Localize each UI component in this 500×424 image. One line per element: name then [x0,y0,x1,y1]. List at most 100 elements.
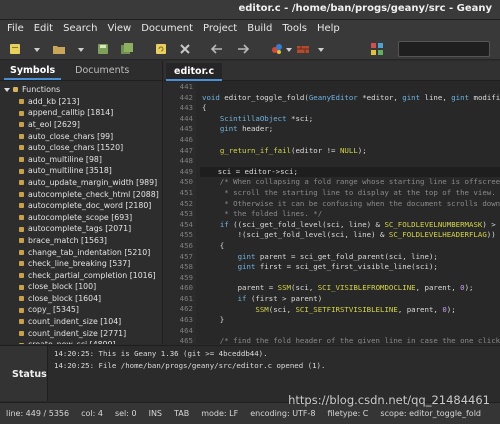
function-icon [19,122,24,128]
open-file-dropdown-icon[interactable] [78,48,84,52]
tab-status[interactable]: Status [12,369,47,380]
revert-icon[interactable] [154,42,168,56]
symbol-tree: Functions add_kb [213] append_calltip [18… [0,81,162,344]
function-icon [19,307,24,313]
tab-documents[interactable]: Documents [65,65,139,80]
line-number: 457 [179,251,193,261]
build-dropdown-icon[interactable] [318,48,324,52]
back-icon[interactable] [210,42,224,56]
line-number: 452 [179,198,193,208]
symbol-label: add_kb [213] [28,96,80,106]
code-line: if (first > parent) [237,294,323,303]
code-line: * scroll the starting line to display at… [202,188,496,197]
build-icon[interactable] [296,42,310,56]
line-number-gutter: 441 442 443 444 445 446 447 448 449 450 451 452 453 4… [164,82,196,344]
symbol-item[interactable]: auto_multiline [3518] [0,165,162,177]
symbol-item[interactable]: close_block [100] [0,281,162,293]
tree-group-functions[interactable]: Functions [0,84,162,96]
symbol-item[interactable]: count_indent_size [104] [0,316,162,328]
function-icon [19,157,24,163]
menu-view[interactable]: View [102,20,136,38]
symbol-item[interactable]: at_eol [2629] [0,119,162,131]
menu-edit[interactable]: Edit [29,20,58,38]
menu-project[interactable]: Project [198,20,242,38]
status-filetype: filetype: C [327,409,369,418]
open-file-icon[interactable] [52,42,66,56]
menu-tools[interactable]: Tools [277,20,312,38]
symbol-item[interactable]: auto_multiline [98] [0,154,162,166]
menu-build[interactable]: Build [242,20,277,38]
title-bar: editor.c - /home/ban/progs/geany/src - G… [0,0,500,20]
symbol-item[interactable]: close_block [1604] [0,293,162,305]
new-file-icon[interactable] [8,42,22,56]
code-line: sci = editor->sci; [200,166,500,178]
symbol-item[interactable]: auto_close_chars [99] [0,131,162,143]
symbol-label: check_line_breaking [537] [28,259,131,269]
function-icon [19,203,24,209]
code-line: if ((sci_get_fold_level(sci, line) & SC_… [219,219,500,229]
menu-search[interactable]: Search [58,20,102,38]
line-number: 448 [179,156,193,166]
symbol-item[interactable]: autocomplete_doc_word [2180] [0,200,162,212]
symbol-item[interactable]: count_indent_size [2771] [0,328,162,340]
menu-file[interactable]: File [2,20,29,38]
function-icon [19,261,24,267]
symbol-label: auto_multiline [98] [28,154,102,164]
status-message: 14:20:25: File /home/ban/progs/geany/src… [54,361,326,370]
symbol-item[interactable]: append_calltip [1814] [0,107,162,119]
search-input[interactable] [398,41,490,57]
save-all-icon[interactable] [120,42,134,56]
new-file-dropdown-icon[interactable] [34,48,40,52]
symbol-label: at_eol [2629] [28,119,80,129]
code-line: g_return_if_fail(editor != NULL); [219,145,367,155]
symbol-item[interactable]: copy_ [5345] [0,304,162,316]
code-line: * the folded lines. */ [202,209,323,219]
line-number: 463 [179,315,193,325]
status-scope: scope: editor_toggle_fold [380,409,481,418]
symbol-label: autocomplete_tags [2071] [28,224,132,234]
watermark: https://blog.csdn.net/qq_21484461 [288,393,490,407]
compile-icon[interactable] [270,42,284,56]
symbol-item[interactable]: check_line_breaking [537] [0,258,162,270]
symbol-item[interactable]: add_kb [213] [0,96,162,108]
code-line: /* When collapsing a fold range whose st… [202,177,500,187]
symbol-item[interactable]: brace_match [1563] [0,235,162,247]
line-number: 456 [179,240,193,250]
symbol-item[interactable]: autocomplete_check_html [2088] [0,189,162,201]
preferences-icon[interactable] [370,42,384,56]
symbol-item[interactable]: change_tab_indentation [5210] [0,247,162,259]
compile-dropdown-icon[interactable] [286,48,292,52]
tab-editor-c[interactable]: editor.c [166,63,223,81]
status-col: col: 4 [81,409,103,418]
function-icon [19,215,24,221]
symbol-item[interactable]: autocomplete_scope [693] [0,212,162,224]
code-line: gint parent = sci_get_fold_parent(sci, l… [237,251,438,261]
function-group-icon [13,87,18,93]
symbol-label: auto_close_chars [1520] [28,143,124,153]
menu-help[interactable]: Help [312,20,345,38]
symbol-label: auto_update_margin_width [989] [28,177,158,187]
close-icon[interactable] [178,42,192,56]
symbol-label: check_partial_completion [1016] [28,270,156,280]
toolbar [0,38,500,60]
symbol-item[interactable]: autocomplete_tags [2071] [0,223,162,235]
symbol-label: create_new_sci [4899] [28,339,116,344]
line-number: 454 [179,219,193,229]
symbol-item[interactable]: auto_update_margin_width [989] [0,177,162,189]
symbol-item[interactable]: check_partial_completion [1016] [0,270,162,282]
status-sel: sel: 0 [114,409,137,418]
save-icon[interactable] [96,42,110,56]
forward-icon[interactable] [236,42,250,56]
symbol-item[interactable]: auto_close_chars [1520] [0,142,162,154]
symbol-label: auto_close_chars [99] [28,131,114,141]
symbol-item[interactable]: create_new_sci [4899] [0,339,162,344]
sidebar-tabs: Symbols Documents [0,61,162,81]
tab-symbols[interactable]: Symbols [0,65,65,80]
function-icon [19,99,24,105]
line-number: 441 [179,82,193,91]
status-encoding: encoding: UTF-8 [250,409,316,418]
expand-arrow-icon[interactable] [4,87,10,92]
menu-document[interactable]: Document [136,20,198,38]
function-icon [19,145,24,151]
symbol-label: close_block [100] [28,282,97,292]
